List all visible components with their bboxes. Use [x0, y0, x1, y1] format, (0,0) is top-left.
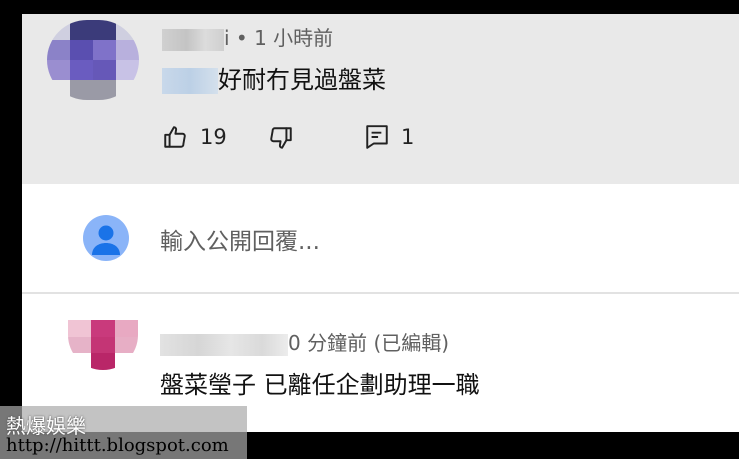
watermark: 熱爆娛樂 http://hittt.blogspot.com [0, 406, 247, 459]
commenter-avatar[interactable] [47, 20, 139, 100]
comment-text: 盤菜瑩子 已離任企劃助理一職 [160, 371, 480, 399]
comment-timestamp: 0 分鐘前 (已編輯) [288, 331, 450, 355]
commenter-avatar[interactable] [68, 320, 138, 370]
reply-input[interactable]: 輸入公開回覆... [160, 222, 320, 256]
reply-button[interactable]: 1 [365, 124, 414, 150]
thumbs-down-icon [270, 127, 292, 149]
watermark-url: http://hittt.blogspot.com [6, 435, 229, 456]
like-count: 19 [200, 125, 227, 149]
like-button[interactable]: 19 [162, 124, 227, 150]
reply-count: 1 [401, 125, 415, 149]
comment-text-row: 好耐冇見過盤菜 [162, 60, 386, 95]
reply-icon [366, 125, 388, 149]
comment-thread: i • 1 小時前 好耐冇見過盤菜 19 1 輸入公開回覆... 0 分鐘前 (… [22, 14, 739, 432]
person-icon [92, 225, 120, 255]
redacted-username [162, 28, 224, 51]
comment-text: 好耐冇見過盤菜 [218, 66, 386, 94]
redacted-username [160, 333, 288, 356]
current-user-avatar [83, 215, 129, 261]
reply-input-row: 輸入公開回覆... [22, 184, 739, 294]
thumbs-up-icon [164, 126, 186, 148]
comment-timestamp: i • 1 小時前 [224, 26, 334, 50]
comment-item: i • 1 小時前 好耐冇見過盤菜 19 1 [22, 14, 739, 184]
redacted-text [162, 68, 218, 94]
comment-author-meta: i • 1 小時前 [162, 22, 333, 51]
comment-author-meta: 0 分鐘前 (已編輯) [160, 327, 449, 356]
dislike-button[interactable] [268, 125, 294, 151]
